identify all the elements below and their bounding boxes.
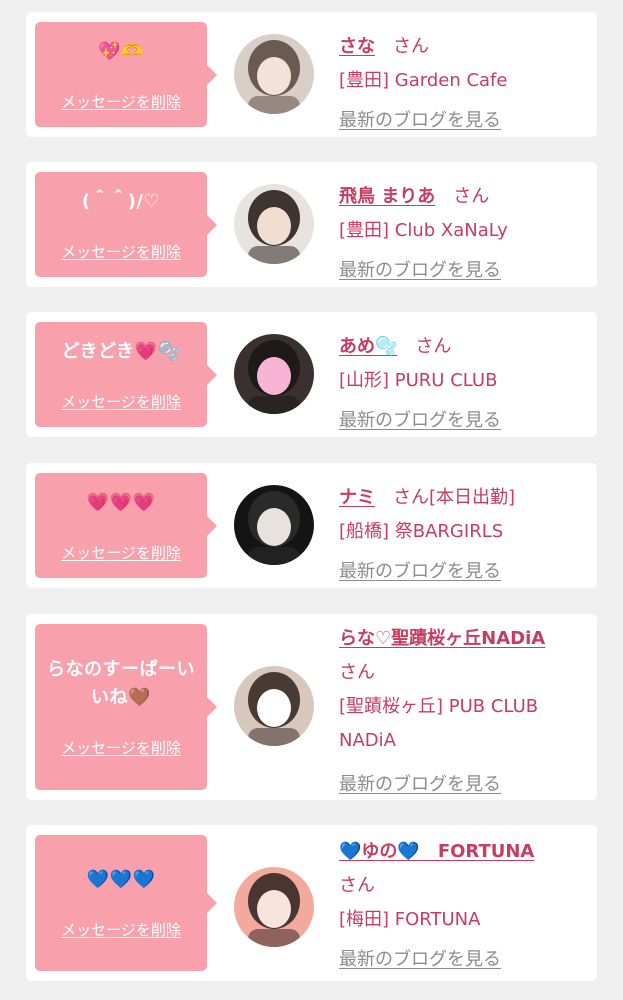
honorific: さん — [453, 186, 490, 207]
message-card: (＾＾)/♡ メッセージを削除 飛鳥 まりあ さん [豊田] Club XaNaLy 最… — [26, 162, 597, 287]
message-card: どきどき💗🫧 メッセージを削除 あめ🫧 さん [山形] PURU CLUB 最新のブログ… — [26, 312, 597, 437]
shop-label: [船橋] 祭BARGIRLS — [339, 521, 504, 542]
avatar[interactable] — [234, 334, 314, 414]
member-name-link[interactable]: 飛鳥 まりあ — [339, 186, 435, 207]
shop-label: [聖蹟桜ヶ丘] PUB CLUB NADiA — [339, 696, 539, 751]
shop-label: [豊田] Club XaNaLy — [339, 220, 508, 241]
message-bubble: どきどき💗🫧 メッセージを削除 — [35, 322, 217, 427]
member-name-link[interactable]: あめ🫧 — [339, 336, 397, 357]
shop-label: [梅田] FORTUNA — [339, 909, 481, 930]
message-card: らなのすーぱーいいね🤎 メッセージを削除 らな♡聖蹟桜ヶ丘NADiA さん [聖蹟桜ヶ丘… — [26, 614, 597, 800]
member-info: 飛鳥 まりあ さん [豊田] Club XaNaLy 最新のブログを見る — [339, 180, 589, 288]
member-info: ナミ さん[本日出勤] [船橋] 祭BARGIRLS 最新のブログを見る — [339, 481, 589, 589]
avatar[interactable] — [234, 666, 314, 746]
latest-blog-link[interactable]: 最新のブログを見る — [339, 254, 501, 288]
name-line: らな♡聖蹟桜ヶ丘NADiA — [339, 622, 589, 656]
latest-blog-link[interactable]: 最新のブログを見る — [339, 768, 501, 802]
delete-message-link[interactable]: メッセージを削除 — [61, 91, 181, 112]
message-card: 💙💙💙 メッセージを削除 💙ゆの💙 FORTUNA さん [梅田] FORTUNA 最新の… — [26, 825, 597, 981]
message-card: 💖🫶 メッセージを削除 さな さん [豊田] Garden Cafe 最新のブログを見る — [26, 12, 597, 137]
honorific: さん — [339, 662, 375, 683]
message-text: どきどき💗🫧 — [61, 340, 181, 362]
avatar[interactable] — [234, 485, 314, 565]
message-text: 💖🫶 — [98, 40, 144, 62]
delete-message-link[interactable]: メッセージを削除 — [61, 542, 181, 563]
honorific: さん — [339, 875, 375, 896]
avatar[interactable] — [234, 34, 314, 114]
member-name-link[interactable]: さな — [339, 36, 375, 57]
name-line: 飛鳥 まりあ さん — [339, 180, 589, 214]
message-bubble: らなのすーぱーいいね🤎 メッセージを削除 — [35, 624, 217, 790]
latest-blog-link[interactable]: 最新のブログを見る — [339, 943, 501, 977]
member-name-link[interactable]: 💙ゆの💙 FORTUNA — [339, 841, 534, 862]
message-text: 💗💗💗 — [86, 491, 156, 513]
delete-message-link[interactable]: メッセージを削除 — [61, 241, 181, 262]
message-card: 💗💗💗 メッセージを削除 ナミ さん[本日出勤] [船橋] 祭BARGIRLS 最新のブ… — [26, 463, 597, 588]
latest-blog-link[interactable]: 最新のブログを見る — [339, 404, 501, 438]
name-line: あめ🫧 さん — [339, 330, 589, 364]
latest-blog-link[interactable]: 最新のブログを見る — [339, 555, 501, 589]
member-info: 💙ゆの💙 FORTUNA さん [梅田] FORTUNA 最新のブログを見る — [339, 835, 589, 977]
message-bubble: (＾＾)/♡ メッセージを削除 — [35, 172, 217, 277]
member-name-link[interactable]: ナミ — [339, 487, 375, 508]
latest-blog-link[interactable]: 最新のブログを見る — [339, 104, 501, 138]
message-list: 💖🫶 メッセージを削除 さな さん [豊田] Garden Cafe 最新のブログを見る… — [0, 0, 623, 1000]
member-info: らな♡聖蹟桜ヶ丘NADiA さん [聖蹟桜ヶ丘] PUB CLUB NADiA 最新の… — [339, 622, 589, 802]
member-info: あめ🫧 さん [山形] PURU CLUB 最新のブログを見る — [339, 330, 589, 438]
message-text: らなのすーぱーいいね🤎 — [47, 659, 195, 708]
member-name-link[interactable]: らな♡聖蹟桜ヶ丘NADiA — [339, 628, 545, 649]
delete-message-link[interactable]: メッセージを削除 — [61, 737, 181, 758]
message-bubble: 💖🫶 メッセージを削除 — [35, 22, 217, 127]
shop-label: [山形] PURU CLUB — [339, 370, 498, 391]
message-text: 💙💙💙 — [86, 869, 156, 890]
name-line: さな さん — [339, 30, 589, 64]
avatar[interactable] — [234, 867, 314, 947]
honorific: さん — [393, 487, 429, 508]
message-bubble: 💗💗💗 メッセージを削除 — [35, 473, 217, 578]
honorific: さん — [415, 336, 452, 357]
shop-label: [豊田] Garden Cafe — [339, 70, 508, 91]
avatar[interactable] — [234, 184, 314, 264]
member-info: さな さん [豊田] Garden Cafe 最新のブログを見る — [339, 30, 589, 138]
attendance-badge: [本日出勤] — [429, 487, 516, 508]
honorific: さん — [393, 36, 429, 57]
delete-message-link[interactable]: メッセージを削除 — [61, 919, 181, 940]
delete-message-link[interactable]: メッセージを削除 — [61, 391, 181, 412]
name-line: 💙ゆの💙 FORTUNA — [339, 835, 589, 869]
name-line: ナミ さん[本日出勤] — [339, 481, 589, 515]
message-bubble: 💙💙💙 メッセージを削除 — [35, 835, 217, 971]
message-text: (＾＾)/♡ — [81, 190, 161, 212]
